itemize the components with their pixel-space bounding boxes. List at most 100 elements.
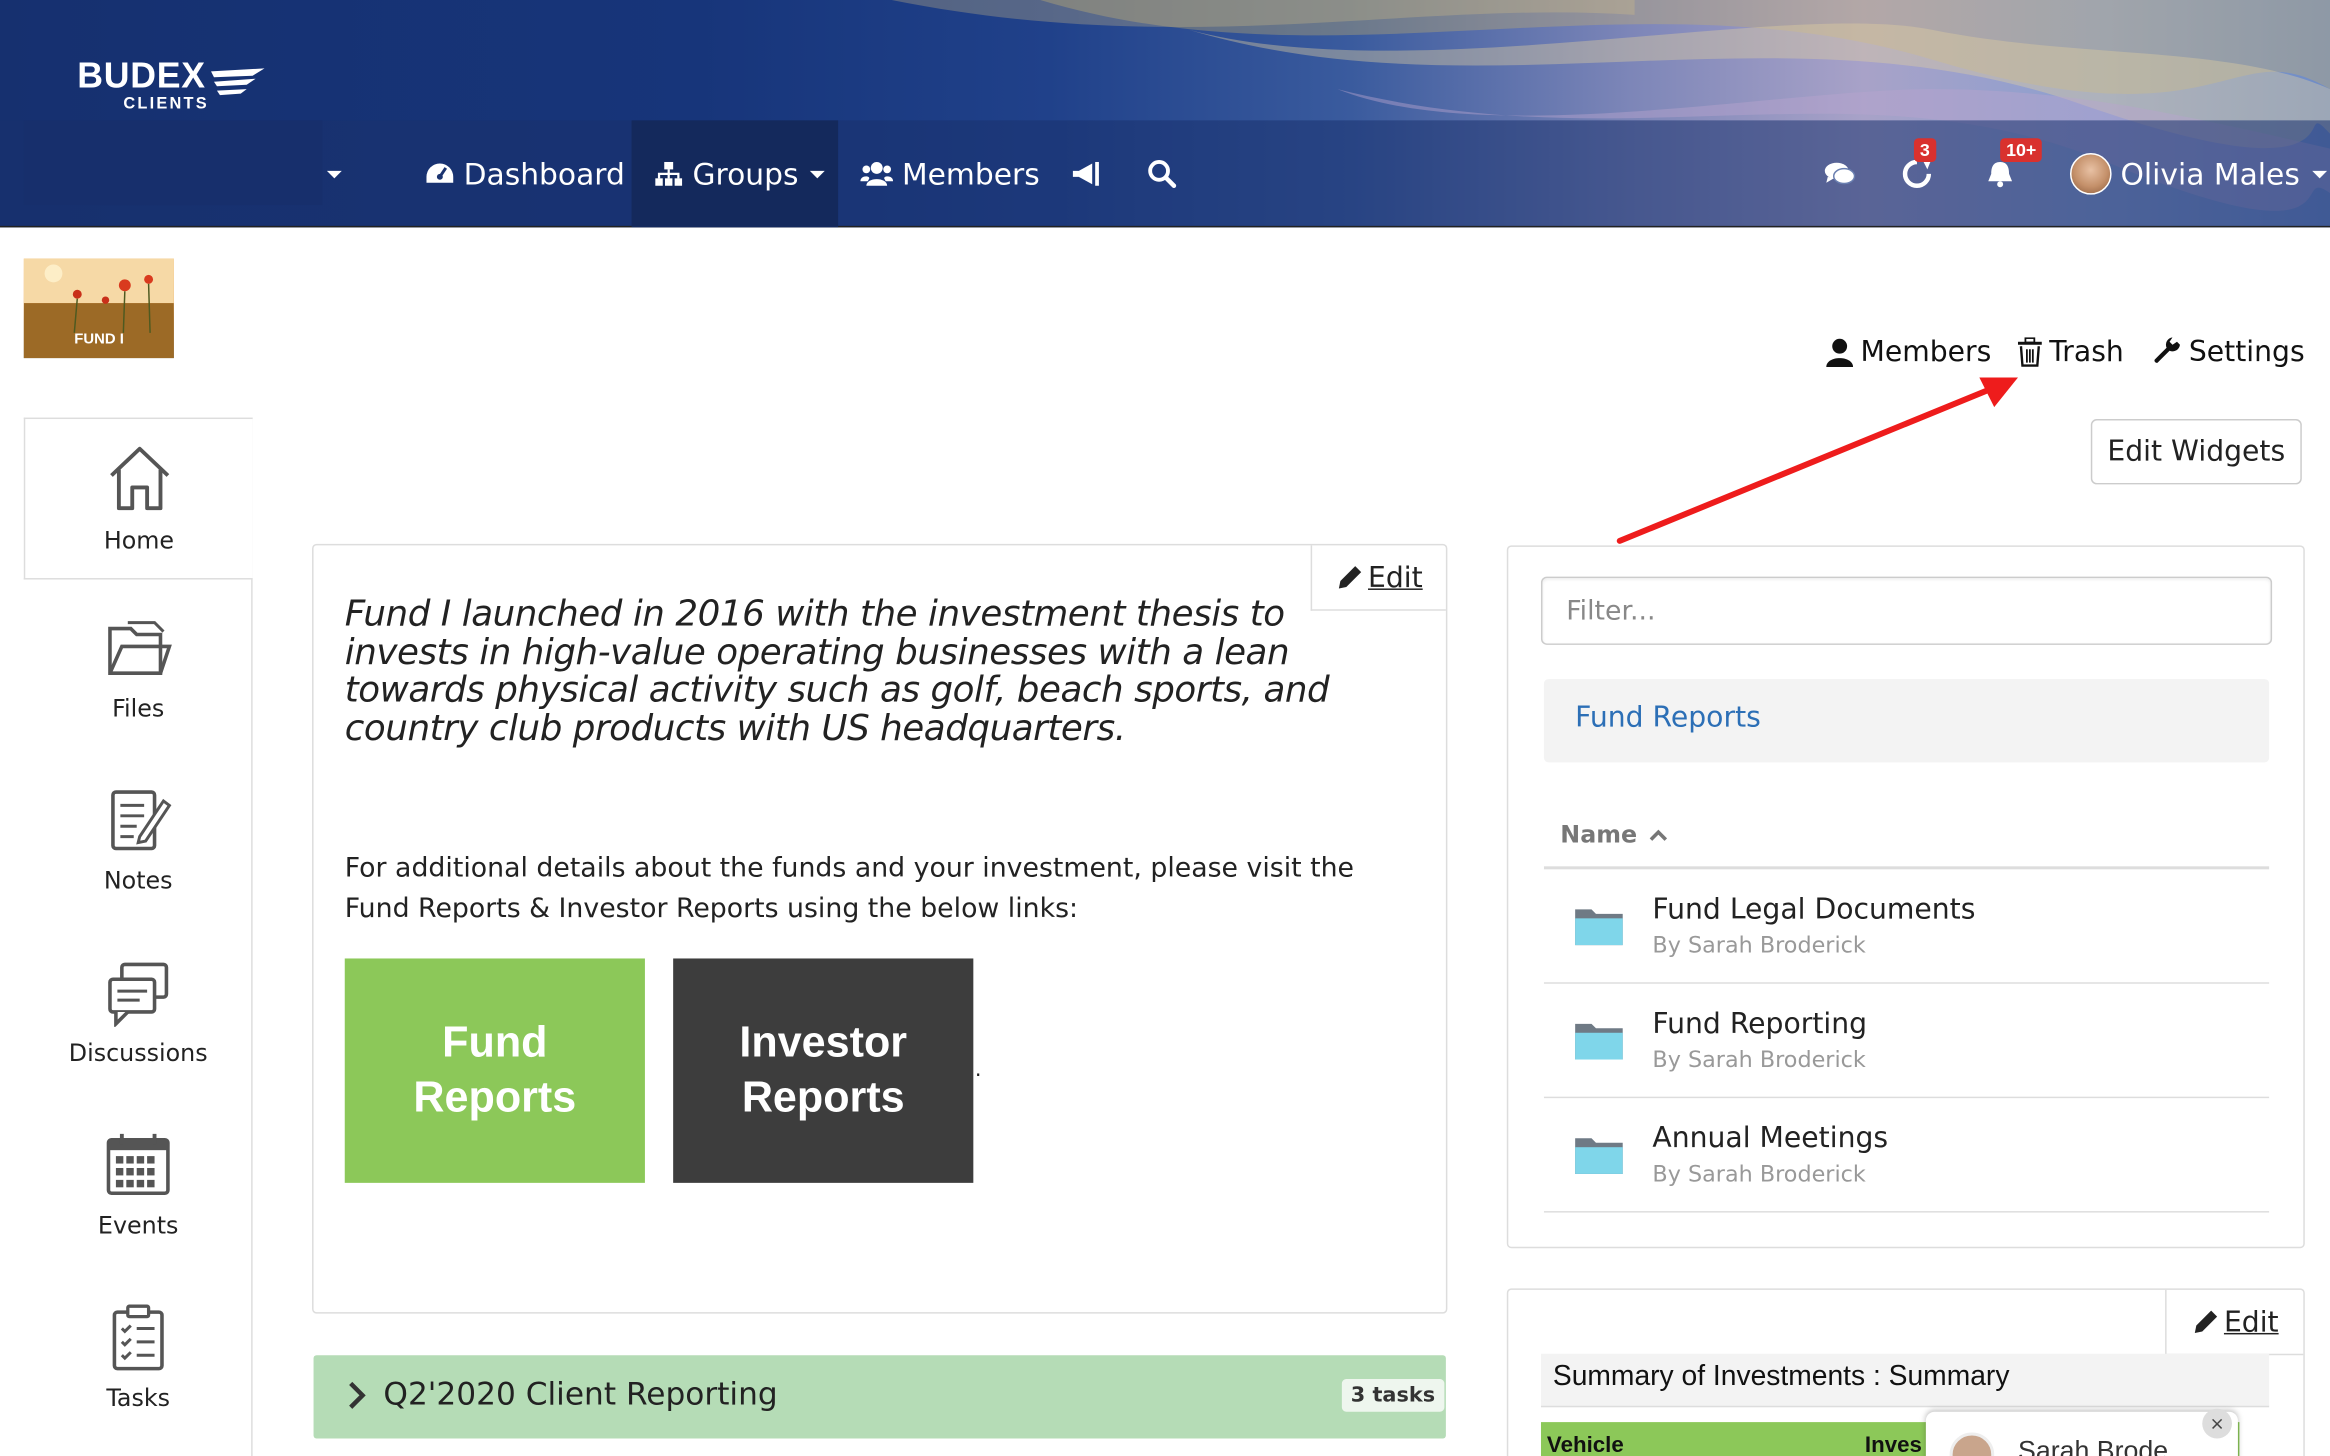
wrench-icon [2154,337,2180,363]
investor-reports-tile[interactable]: Investor Reports [673,958,974,1183]
files-widget: Filter... Fund Reports Name Fund Legal D… [1506,545,2305,1249]
file-author: By Sarah Broderick [1652,931,1866,959]
settings-link[interactable]: Settings [2153,335,2305,369]
close-icon[interactable]: × [2202,1408,2232,1439]
folder-icon [1575,1138,1623,1174]
refresh-icon [1902,159,1932,188]
bell-icon [1988,161,2013,188]
folder-icon [1575,1023,1623,1060]
megaphone-icon [1072,161,1099,186]
sidebar-item-discussions[interactable]: Discussions [24,935,253,1107]
nav-members-label: Members [902,156,1040,192]
task-count-badge: 3 tasks [1341,1379,1444,1412]
search-button[interactable] [1147,120,1186,227]
edit-widgets-button[interactable]: Edit Widgets [2090,419,2302,485]
search-icon [1148,160,1177,188]
nav-members[interactable]: Members [860,120,1040,227]
users-icon [860,161,894,186]
sidebar-item-notes[interactable]: Notes [24,762,253,934]
pencil-icon [1338,565,1361,588]
logo-swoosh-icon [211,68,265,96]
tasks-icon [112,1304,164,1371]
file-name: Fund Reporting [1652,1007,1868,1041]
avatar [2069,153,2112,195]
fund-reports-tile[interactable]: Fund Reports [344,958,645,1183]
list-item[interactable]: Fund Reporting By Sarah Broderick [1543,984,2270,1099]
sidebar-item-label: Discussions [68,1038,208,1067]
group-switcher-caret[interactable] [324,120,345,227]
logo-main-text: BUDEX [77,56,206,97]
intro-widget: Edit Fund I launched in 2016 with the in… [312,543,1448,1314]
summary-title: Summary of Investments : Summary [1540,1353,2270,1408]
nav-dashboard[interactable]: Dashboard [425,120,625,227]
edit-intro-label: Edit [1368,560,1423,594]
breadcrumb-fund-reports[interactable]: Fund Reports [1575,701,1761,734]
discussions-icon [108,962,169,1027]
list-item[interactable]: Fund Legal Documents By Sarah Broderick [1543,869,2270,984]
sidebar-item-files[interactable]: Files [24,590,253,762]
dashboard-icon [426,163,454,183]
chevron-down-icon [810,170,826,178]
sitemap-icon [655,161,683,186]
investor-reports-tile-label: Investor Reports [739,1018,908,1122]
file-name: Annual Meetings [1652,1121,1889,1155]
sort-up-icon [1649,828,1667,841]
announcements-button[interactable] [1070,120,1112,227]
group-sidebar: Home Files Notes Discussions Events Task… [23,417,253,1456]
filter-input[interactable]: Filter... [1540,576,2273,645]
trailing-dot: . [974,1058,982,1082]
sidebar-item-label: Tasks [106,1383,171,1412]
column-investment: Inves [1864,1432,1922,1456]
sidebar-item-events[interactable]: Events [24,1107,253,1279]
notifications-badge: 10+ [2000,138,2043,162]
user-icon [1826,338,1854,368]
chat-contact-name: Sarah Brode [2017,1435,2169,1456]
breadcrumb: Fund Reports [1543,679,2270,763]
sidebar-item-home[interactable]: Home [23,417,253,580]
sidebar-item-label: Notes [103,866,173,895]
list-item[interactable]: Annual Meetings By Sarah Broderick [1543,1098,2270,1213]
avatar [1949,1432,1995,1456]
activity-button[interactable] [1902,120,1941,227]
notifications-button[interactable] [1985,120,2024,227]
intro-text: Fund I launched in 2016 with the investm… [344,592,1330,749]
trash-link[interactable]: Trash [2017,336,2124,369]
sidebar-item-label: Home [103,526,175,555]
file-author: By Sarah Broderick [1652,1160,1866,1188]
details-text: For additional details about the funds a… [344,852,1355,925]
home-icon [109,446,169,511]
group-logo[interactable]: FUND I [23,258,174,359]
nav-dashboard-label: Dashboard [463,156,625,192]
pencil-icon [2194,1309,2217,1333]
task-list-header[interactable]: Q2'2020 Client Reporting 3 tasks [313,1355,1446,1439]
red-arrow-annotation [1616,377,2018,544]
sidebar-item-label: Events [97,1211,179,1240]
logo-box [23,120,323,206]
edit-summary-button[interactable]: Edit [2165,1289,2304,1356]
chat-button[interactable] [1823,120,1865,227]
chevron-down-icon [2311,170,2327,178]
chat-popup[interactable]: Sarah Brode [1925,1411,2238,1456]
name-column-header[interactable]: Name [1560,820,1668,849]
edit-summary-label: Edit [2223,1305,2279,1339]
nav-groups[interactable]: Groups [631,120,839,228]
user-name: Olivia Males [2120,156,2300,192]
sidebar-item-label: Files [112,693,165,723]
chat-icon [1824,162,1856,185]
chevron-right-icon [349,1381,366,1409]
sidebar-item-tasks[interactable]: Tasks [24,1279,253,1451]
settings-link-label: Settings [2188,335,2305,369]
file-name: Fund Legal Documents [1652,893,1976,926]
files-icon [108,621,172,675]
logo-sub-text: CLIENTS [123,95,209,113]
notes-icon [111,790,172,851]
task-list-title: Q2'2020 Client Reporting [383,1376,778,1412]
trash-icon [2017,337,2042,367]
fund-reports-tile-label: Fund Reports [413,1018,577,1122]
members-link[interactable]: Members [1825,336,1991,369]
calendar-icon [106,1133,170,1196]
user-menu[interactable]: Olivia Males [2069,120,2327,227]
name-column-label: Name [1560,820,1638,849]
folder-icon [1575,909,1623,946]
budex-logo[interactable]: BUDEX CLIENTS [77,56,209,113]
